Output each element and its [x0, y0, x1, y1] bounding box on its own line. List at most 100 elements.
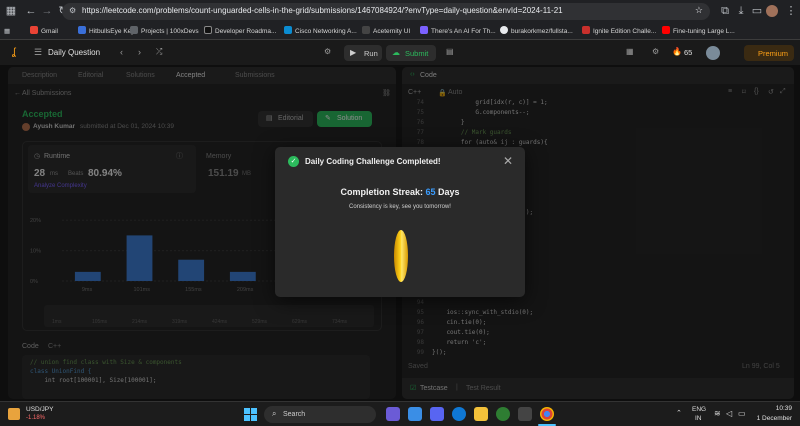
taskbar-search[interactable]: ⌕ Search: [264, 406, 376, 423]
volume-icon[interactable]: ◁: [726, 409, 732, 418]
bookmark-label: Projects | 100xDevs: [141, 28, 199, 35]
shuffle-icon[interactable]: ⤮: [156, 47, 162, 57]
ticker-name: USD/JPY: [26, 406, 54, 413]
ignite-icon: [582, 26, 590, 34]
profile-avatar[interactable]: [766, 5, 778, 17]
windows-taskbar: USD/JPY -1.18% ⌕ Search ⌃ ENG IN ≋ ◁ ▭ 1…: [0, 401, 800, 426]
layout-icon[interactable]: ▦: [626, 47, 634, 56]
xbox-icon[interactable]: [496, 407, 510, 421]
bookmark-label: Ignite Edition Challe...: [593, 28, 657, 35]
notes-icon[interactable]: ▤: [446, 47, 454, 56]
bookmark-hitbullseye[interactable]: HitbullsEye Key: [78, 26, 135, 38]
bookmark-ai-for-that[interactable]: There's An AI For Th...: [420, 26, 496, 38]
100xdevs-icon: [130, 26, 138, 34]
submit-button[interactable]: ☁ Submit: [386, 45, 436, 61]
bookmark-label: Aceternity UI: [373, 28, 411, 35]
url-text: https://leetcode.com/problems/count-ungu…: [82, 6, 563, 15]
stock-icon[interactable]: [8, 408, 20, 420]
submit-label: Submit: [405, 49, 429, 58]
task-view-icon[interactable]: [386, 407, 400, 421]
downloads-icon[interactable]: ⤓: [734, 4, 748, 18]
user-avatar[interactable]: [706, 46, 720, 60]
dialog-subtitle: Consistency is key, see you tomorrow!: [349, 204, 451, 210]
apps-grid-icon[interactable]: ▦: [4, 26, 10, 38]
wifi-icon[interactable]: ≋: [714, 409, 721, 418]
run-button[interactable]: ▶ Run: [344, 45, 382, 61]
bookmark-developer-roadmap[interactable]: Developer Roadma...: [204, 26, 276, 38]
premium-label: Premium: [758, 49, 789, 58]
bookmark-label: Gmail: [41, 28, 58, 35]
address-row: ▦ ← → ↻ ⚙ https://leetcode.com/problems/…: [0, 0, 800, 23]
settings-icon[interactable]: ⚙: [652, 47, 659, 56]
tab-group-icon[interactable]: ▭: [750, 4, 764, 18]
bookmark-cisco[interactable]: Cisco Networking A...: [284, 26, 357, 38]
premium-button[interactable]: Premium: [744, 45, 794, 61]
bookmark-label: There's An AI For Th...: [431, 28, 496, 35]
ai-for-that-icon: [420, 26, 428, 34]
url-bar[interactable]: ⚙ https://leetcode.com/problems/count-un…: [62, 3, 710, 20]
completion-dialog: ✓ Daily Coding Challenge Completed! ✕ Co…: [275, 147, 525, 297]
daily-question-link[interactable]: Daily Question: [48, 48, 100, 57]
ticker-change: -1.18%: [26, 415, 46, 421]
teams-icon[interactable]: [430, 407, 444, 421]
streak-label: Completion Streak:: [340, 187, 423, 197]
bookmark-label: Developer Roadma...: [215, 28, 277, 35]
streak-unit: Days: [438, 187, 460, 197]
file-explorer-icon[interactable]: [474, 407, 488, 421]
roadmap-icon: [204, 26, 212, 34]
check-circle-icon: ✓: [288, 156, 299, 167]
site-info-icon[interactable]: ⚙: [69, 6, 76, 15]
store-icon[interactable]: [518, 407, 532, 421]
github-icon: [500, 26, 508, 34]
bookmark-label: Cisco Networking A...: [295, 28, 357, 35]
aceternity-icon: [362, 26, 370, 34]
close-icon[interactable]: ✕: [503, 154, 513, 168]
problem-list-icon[interactable]: ☰: [34, 47, 42, 58]
next-problem-icon[interactable]: ›: [138, 47, 141, 57]
bookmark-gmail[interactable]: Gmail: [30, 26, 58, 38]
extensions-icon[interactable]: ⧉: [718, 4, 732, 18]
tab-search-icon[interactable]: ▦: [4, 4, 18, 18]
bookmarks-bar: ▦ Gmail HitbullsEye Key Projects | 100xD…: [0, 23, 800, 40]
gmail-icon: [30, 26, 38, 34]
cisco-icon: [284, 26, 292, 34]
streak-value: 65: [425, 187, 436, 197]
leetcode-header: ʆ ☰ Daily Question ‹ › ⤮ ⚙ ▶ Run ☁ Submi…: [0, 41, 800, 65]
bookmark-100xdevs[interactable]: Projects | 100xDevs: [130, 26, 199, 38]
region-indicator: IN: [695, 415, 702, 422]
forward-arrow-icon[interactable]: →: [40, 4, 54, 18]
back-arrow-icon[interactable]: ←: [24, 4, 38, 18]
clock-date[interactable]: 1 December: [740, 415, 792, 422]
bookmark-label: HitbullsEye Key: [89, 28, 135, 35]
search-label: Search: [283, 411, 306, 418]
hitbullseye-icon: [78, 26, 86, 34]
dialog-title: Daily Coding Challenge Completed!: [305, 157, 441, 166]
language-indicator[interactable]: ENG: [692, 406, 706, 413]
debug-icon[interactable]: ⚙: [324, 47, 331, 56]
streak-count: 65: [684, 48, 693, 57]
chrome-icon[interactable]: [540, 407, 554, 421]
bookmark-aceternity[interactable]: Aceternity UI: [362, 26, 410, 38]
play-icon: ▶: [350, 48, 357, 57]
gold-coin-icon: [394, 230, 408, 282]
bookmark-youtube[interactable]: Fine-tuning Large L...: [662, 26, 735, 38]
bookmark-label: burakorkmez/fullsta...: [511, 28, 573, 35]
edge-icon[interactable]: [452, 407, 466, 421]
tray-chevron-icon[interactable]: ⌃: [676, 409, 682, 417]
chrome-menu-icon[interactable]: ⋮: [784, 4, 798, 18]
upload-icon: ☁: [392, 48, 400, 57]
completion-streak: Completion Streak: 65 Days: [275, 187, 525, 197]
run-label: Run: [364, 49, 378, 58]
bookmark-star-icon[interactable]: ☆: [695, 5, 703, 16]
windows-start-icon[interactable]: [244, 408, 257, 421]
youtube-icon: [662, 26, 670, 34]
bookmark-label: Fine-tuning Large L...: [673, 28, 735, 35]
bookmark-ignite[interactable]: Ignite Edition Challe...: [582, 26, 656, 38]
bookmark-github[interactable]: burakorkmez/fullsta...: [500, 26, 573, 38]
search-icon: ⌕: [272, 409, 277, 418]
prev-problem-icon[interactable]: ‹: [120, 47, 123, 57]
edge-copilot-icon[interactable]: [408, 407, 422, 421]
streak-fire-icon[interactable]: 🔥: [672, 47, 682, 56]
clock-time[interactable]: 10:39: [758, 405, 792, 412]
leetcode-logo-icon[interactable]: ʆ: [12, 47, 22, 59]
